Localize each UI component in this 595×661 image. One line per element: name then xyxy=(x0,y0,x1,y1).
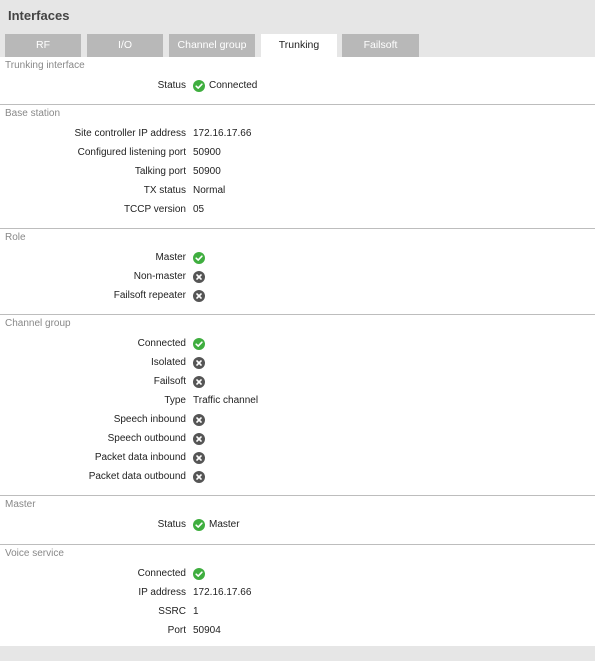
check-icon xyxy=(193,252,205,264)
row-voice-ip-address: IP address 172.16.17.66 xyxy=(0,584,595,602)
row-value: Normal xyxy=(193,185,226,196)
cross-icon xyxy=(193,376,205,388)
section-channel-group: Channel group Connected Isolated Failsof… xyxy=(0,315,595,496)
row-label: Packet data inbound xyxy=(94,452,186,463)
tab-rf[interactable]: RF xyxy=(5,34,81,57)
row-master-status: Status Master xyxy=(0,516,595,534)
section-title-base-station: Base station xyxy=(5,108,61,119)
row-talking-port: Talking port 50900 xyxy=(0,163,595,181)
row-value: 50900 xyxy=(193,166,221,177)
row-voice-connected: Connected xyxy=(0,565,595,583)
row-label: Connected xyxy=(137,338,186,349)
section-voice-service: Voice service Connected IP address 172.1… xyxy=(0,545,595,645)
row-site-controller-ip: Site controller IP address 172.16.17.66 xyxy=(0,125,595,143)
row-value: Traffic channel xyxy=(193,395,259,406)
row-non-master: Non-master xyxy=(0,268,595,286)
row-packet-data-inbound: Packet data inbound xyxy=(0,449,595,467)
row-value: 172.16.17.66 xyxy=(193,587,252,598)
row-speech-inbound: Speech inbound xyxy=(0,411,595,429)
cross-icon xyxy=(193,433,205,445)
check-icon xyxy=(193,80,205,92)
check-icon xyxy=(193,338,205,350)
section-title-master: Master xyxy=(5,499,36,510)
check-icon xyxy=(193,519,205,531)
cross-icon xyxy=(193,471,205,483)
section-title-trunking-interface: Trunking interface xyxy=(5,60,85,71)
row-connected: Connected xyxy=(0,335,595,353)
row-label: Non-master xyxy=(133,271,186,282)
row-label: Type xyxy=(164,395,186,406)
row-value: 1 xyxy=(193,606,199,617)
row-label: Site controller IP address xyxy=(74,128,186,139)
row-label: Speech inbound xyxy=(113,414,186,425)
cross-icon xyxy=(193,414,205,426)
section-title-role: Role xyxy=(5,232,26,243)
section-role: Role Master Non-master Failsoft repeater xyxy=(0,229,595,315)
row-label: TX status xyxy=(143,185,186,196)
row-value: 50904 xyxy=(193,625,221,636)
row-label: SSRC xyxy=(158,606,186,617)
row-label: Status xyxy=(157,80,186,91)
check-icon xyxy=(193,568,205,580)
row-isolated: Isolated xyxy=(0,354,595,372)
row-label: TCCP version xyxy=(123,204,186,215)
page-footer xyxy=(0,646,595,661)
row-label: Isolated xyxy=(150,357,186,368)
page-header: Interfaces RF I/O Channel group Trunking… xyxy=(0,0,595,57)
row-label: Packet data outbound xyxy=(88,471,186,482)
cross-icon xyxy=(193,357,205,369)
row-label: Master xyxy=(155,252,186,263)
row-label: Failsoft xyxy=(153,376,186,387)
row-label: Port xyxy=(167,625,186,636)
content: Trunking interface Status Connected Base… xyxy=(0,57,595,645)
row-failsoft: Failsoft xyxy=(0,373,595,391)
row-master: Master xyxy=(0,249,595,267)
row-trunking-status: Status Connected xyxy=(0,77,595,95)
row-value: 172.16.17.66 xyxy=(193,128,252,139)
cross-icon xyxy=(193,452,205,464)
row-type: Type Traffic channel xyxy=(0,392,595,410)
row-speech-outbound: Speech outbound xyxy=(0,430,595,448)
row-listening-port: Configured listening port 50900 xyxy=(0,144,595,162)
row-label: Connected xyxy=(137,568,186,579)
row-voice-port: Port 50904 xyxy=(0,622,595,640)
page-title: Interfaces xyxy=(8,8,70,23)
row-label: Failsoft repeater xyxy=(113,290,186,301)
section-base-station: Base station Site controller IP address … xyxy=(0,105,595,229)
row-label: IP address xyxy=(138,587,186,598)
tab-failsoft[interactable]: Failsoft xyxy=(342,34,419,57)
row-value: 50900 xyxy=(193,147,221,158)
tab-io[interactable]: I/O xyxy=(87,34,163,57)
cross-icon xyxy=(193,290,205,302)
cross-icon xyxy=(193,271,205,283)
section-title-voice-service: Voice service xyxy=(5,548,64,559)
section-title-channel-group: Channel group xyxy=(5,318,71,329)
row-value: 05 xyxy=(193,204,205,215)
tab-trunking[interactable]: Trunking xyxy=(261,34,337,57)
row-label: Configured listening port xyxy=(77,147,186,158)
row-tx-status: TX status Normal xyxy=(0,182,595,200)
row-tccp-version: TCCP version 05 xyxy=(0,201,595,219)
row-packet-data-outbound: Packet data outbound xyxy=(0,468,595,486)
section-trunking-interface: Trunking interface Status Connected xyxy=(0,57,595,105)
row-label: Speech outbound xyxy=(107,433,186,444)
row-label: Talking port xyxy=(134,166,186,177)
row-label: Status xyxy=(157,519,186,530)
status-value: Master xyxy=(209,519,240,530)
section-master: Master Status Master xyxy=(0,496,595,545)
row-failsoft-repeater: Failsoft repeater xyxy=(0,287,595,305)
tab-channel-group[interactable]: Channel group xyxy=(169,34,255,57)
row-voice-ssrc: SSRC 1 xyxy=(0,603,595,621)
status-value: Connected xyxy=(209,80,258,91)
